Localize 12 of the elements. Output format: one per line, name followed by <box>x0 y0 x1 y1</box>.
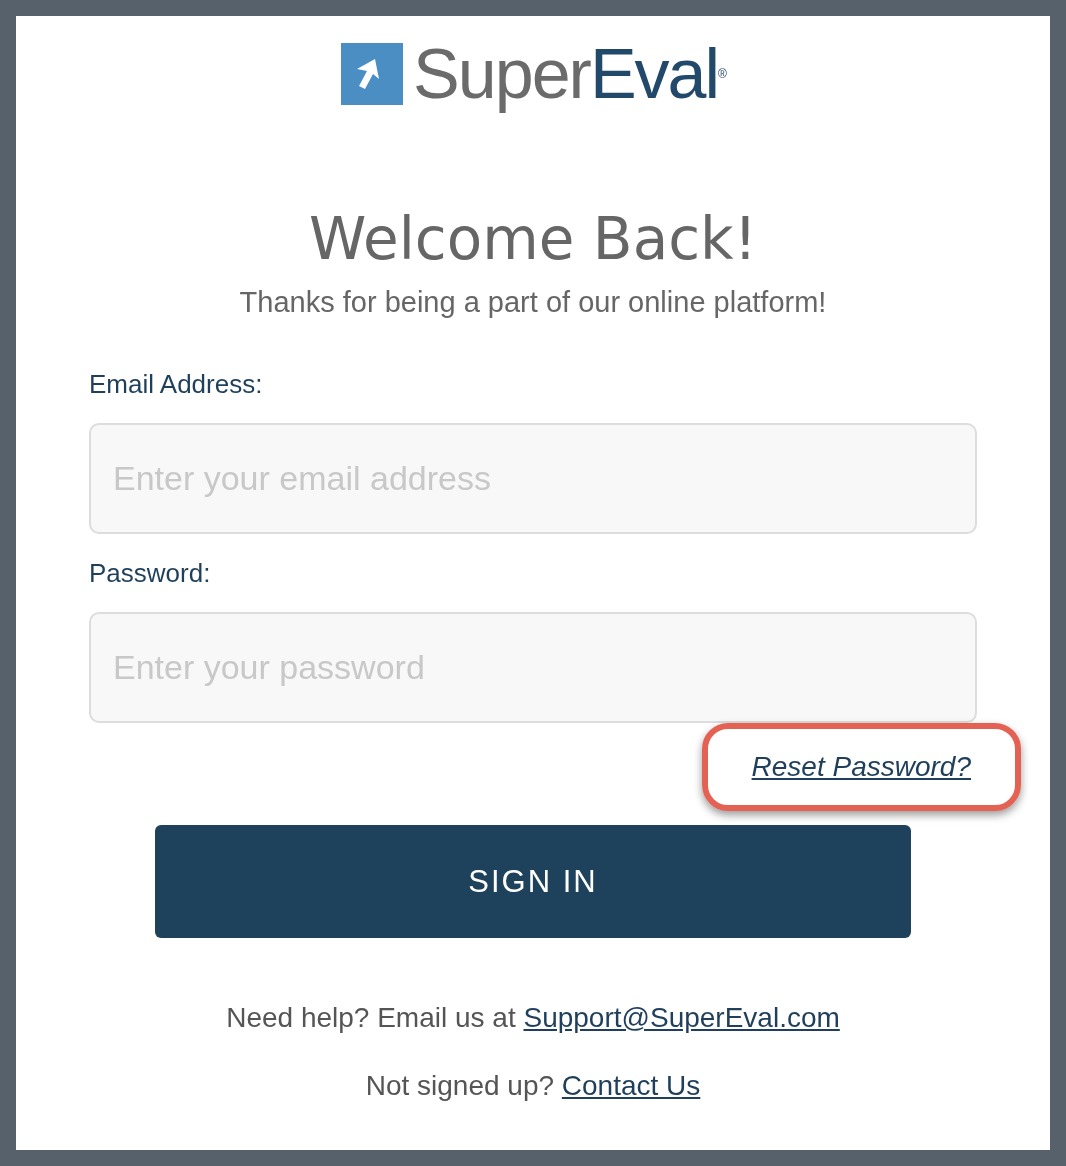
contact-us-link[interactable]: Contact Us <box>561 1070 701 1101</box>
field-label: Password: <box>89 558 212 588</box>
help-text: Need help? Email us at <box>226 1002 516 1033</box>
field-label: Email Address: <box>89 369 264 399</box>
arrow-logo-icon <box>341 43 404 105</box>
welcome-subheading: Thanks for being a part of our online platform! <box>239 286 827 319</box>
reset-password-link[interactable]: Reset Password? <box>751 751 971 782</box>
welcome-heading: Welcome Back! <box>309 204 757 274</box>
support-email-link[interactable]: Support@SuperEval.com <box>523 1002 840 1033</box>
sign-in-button[interactable]: SIGN IN <box>155 825 911 938</box>
signup-text: Not signed up? <box>365 1070 555 1101</box>
brand-name: SuperEval$^{®}$ <box>413 34 725 115</box>
